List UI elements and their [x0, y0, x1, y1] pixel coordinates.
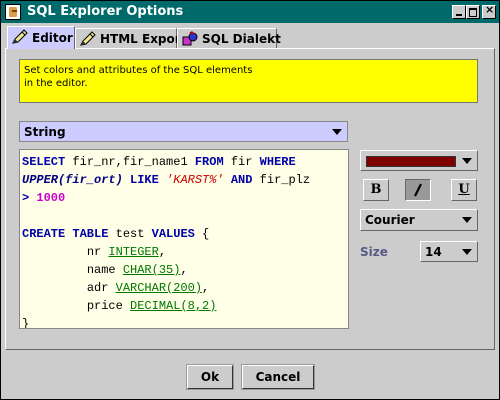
font-value: Courier: [365, 213, 415, 227]
code-token: nr: [86, 245, 102, 259]
cancel-button[interactable]: Cancel: [241, 364, 315, 390]
tab-editor[interactable]: Editor: [7, 26, 75, 49]
size-label: Size: [360, 245, 388, 259]
code-token: SELECT: [22, 155, 66, 169]
code-token: >: [22, 191, 37, 205]
chevron-down-icon: [462, 217, 472, 223]
pencil-icon: [12, 29, 28, 44]
code-token: price: [86, 299, 123, 313]
shapes-icon: [182, 31, 198, 46]
underline-button[interactable]: U: [451, 179, 477, 201]
tab-editor-label: Editor: [32, 31, 73, 45]
tab-sql-dialekt[interactable]: SQL Dialekt: [177, 28, 281, 48]
chevron-down-icon: [332, 129, 342, 135]
code-token: ,: [202, 281, 210, 295]
underline-label: U: [458, 182, 470, 197]
code-token: AND: [230, 173, 253, 187]
code-token: UPPER(fir_ort): [22, 173, 123, 187]
chevron-down-icon: [462, 249, 472, 255]
code-token: fir: [223, 155, 260, 169]
code-token: CREATE TABLE: [22, 227, 109, 241]
italic-icon: [414, 183, 422, 197]
sql-element-select[interactable]: String: [19, 121, 348, 142]
pencil-icon: [80, 31, 96, 46]
code-token: test: [108, 227, 152, 241]
info-line-2: in the editor.: [24, 78, 88, 89]
italic-button[interactable]: [405, 179, 431, 201]
code-token: VALUES: [151, 227, 195, 241]
sql-element-value: String: [24, 125, 66, 139]
title-bar[interactable]: SQL Explorer Options ×: [1, 1, 499, 23]
code-token-type: CHAR(35): [122, 263, 181, 277]
code-token-string: 'KARST%': [166, 173, 224, 187]
maximize-button[interactable]: [466, 5, 480, 19]
code-token: ,: [158, 245, 167, 259]
code-token: WHERE: [259, 155, 296, 169]
sql-preview-editor[interactable]: SELECT fir_nr,fir_name1 FROM fir WHERE U…: [19, 149, 349, 329]
code-token: fir_nr,fir_name1: [65, 155, 195, 169]
code-token-type: VARCHAR(200): [115, 281, 203, 295]
bold-button[interactable]: B: [363, 179, 389, 201]
info-line-1: Set colors and attributes of the SQL ele…: [24, 65, 253, 76]
code-token: FROM: [194, 155, 224, 169]
code-token-type: DECIMAL(8,2): [130, 299, 217, 313]
size-value: 14: [425, 245, 442, 259]
minimize-button[interactable]: [452, 5, 466, 19]
code-token: fir_plz: [252, 173, 311, 187]
window-title: SQL Explorer Options: [27, 4, 184, 19]
ok-button[interactable]: Ok: [186, 364, 234, 390]
tab-html-export[interactable]: HTML Export: [75, 28, 186, 48]
code-token: {: [194, 227, 210, 241]
code-token: }: [22, 317, 30, 329]
sql-preview-text: SELECT fir_nr,fir_name1 FROM fir WHERE U…: [20, 150, 348, 329]
color-select[interactable]: [360, 150, 478, 171]
tab-sql-dialekt-label: SQL Dialekt: [202, 32, 281, 46]
java-cup-icon: [5, 4, 21, 20]
chevron-down-icon: [462, 158, 472, 164]
code-token: ,: [180, 263, 188, 277]
options-dialog: SQL Explorer Options × Editor HTML Expor…: [0, 0, 500, 400]
code-token: name: [86, 263, 116, 277]
info-box: Set colors and attributes of the SQL ele…: [19, 59, 478, 103]
close-button[interactable]: ×: [482, 3, 496, 19]
code-token-number: 1000: [36, 191, 66, 205]
tab-html-export-label: HTML Export: [100, 32, 187, 46]
close-icon: ×: [485, 3, 495, 16]
color-swatch: [366, 156, 456, 167]
font-select[interactable]: Courier: [360, 209, 478, 231]
code-token-type: INTEGER: [108, 245, 159, 259]
code-token: adr: [86, 281, 109, 295]
size-select[interactable]: 14: [420, 241, 478, 262]
code-token: LIKE: [130, 173, 159, 187]
